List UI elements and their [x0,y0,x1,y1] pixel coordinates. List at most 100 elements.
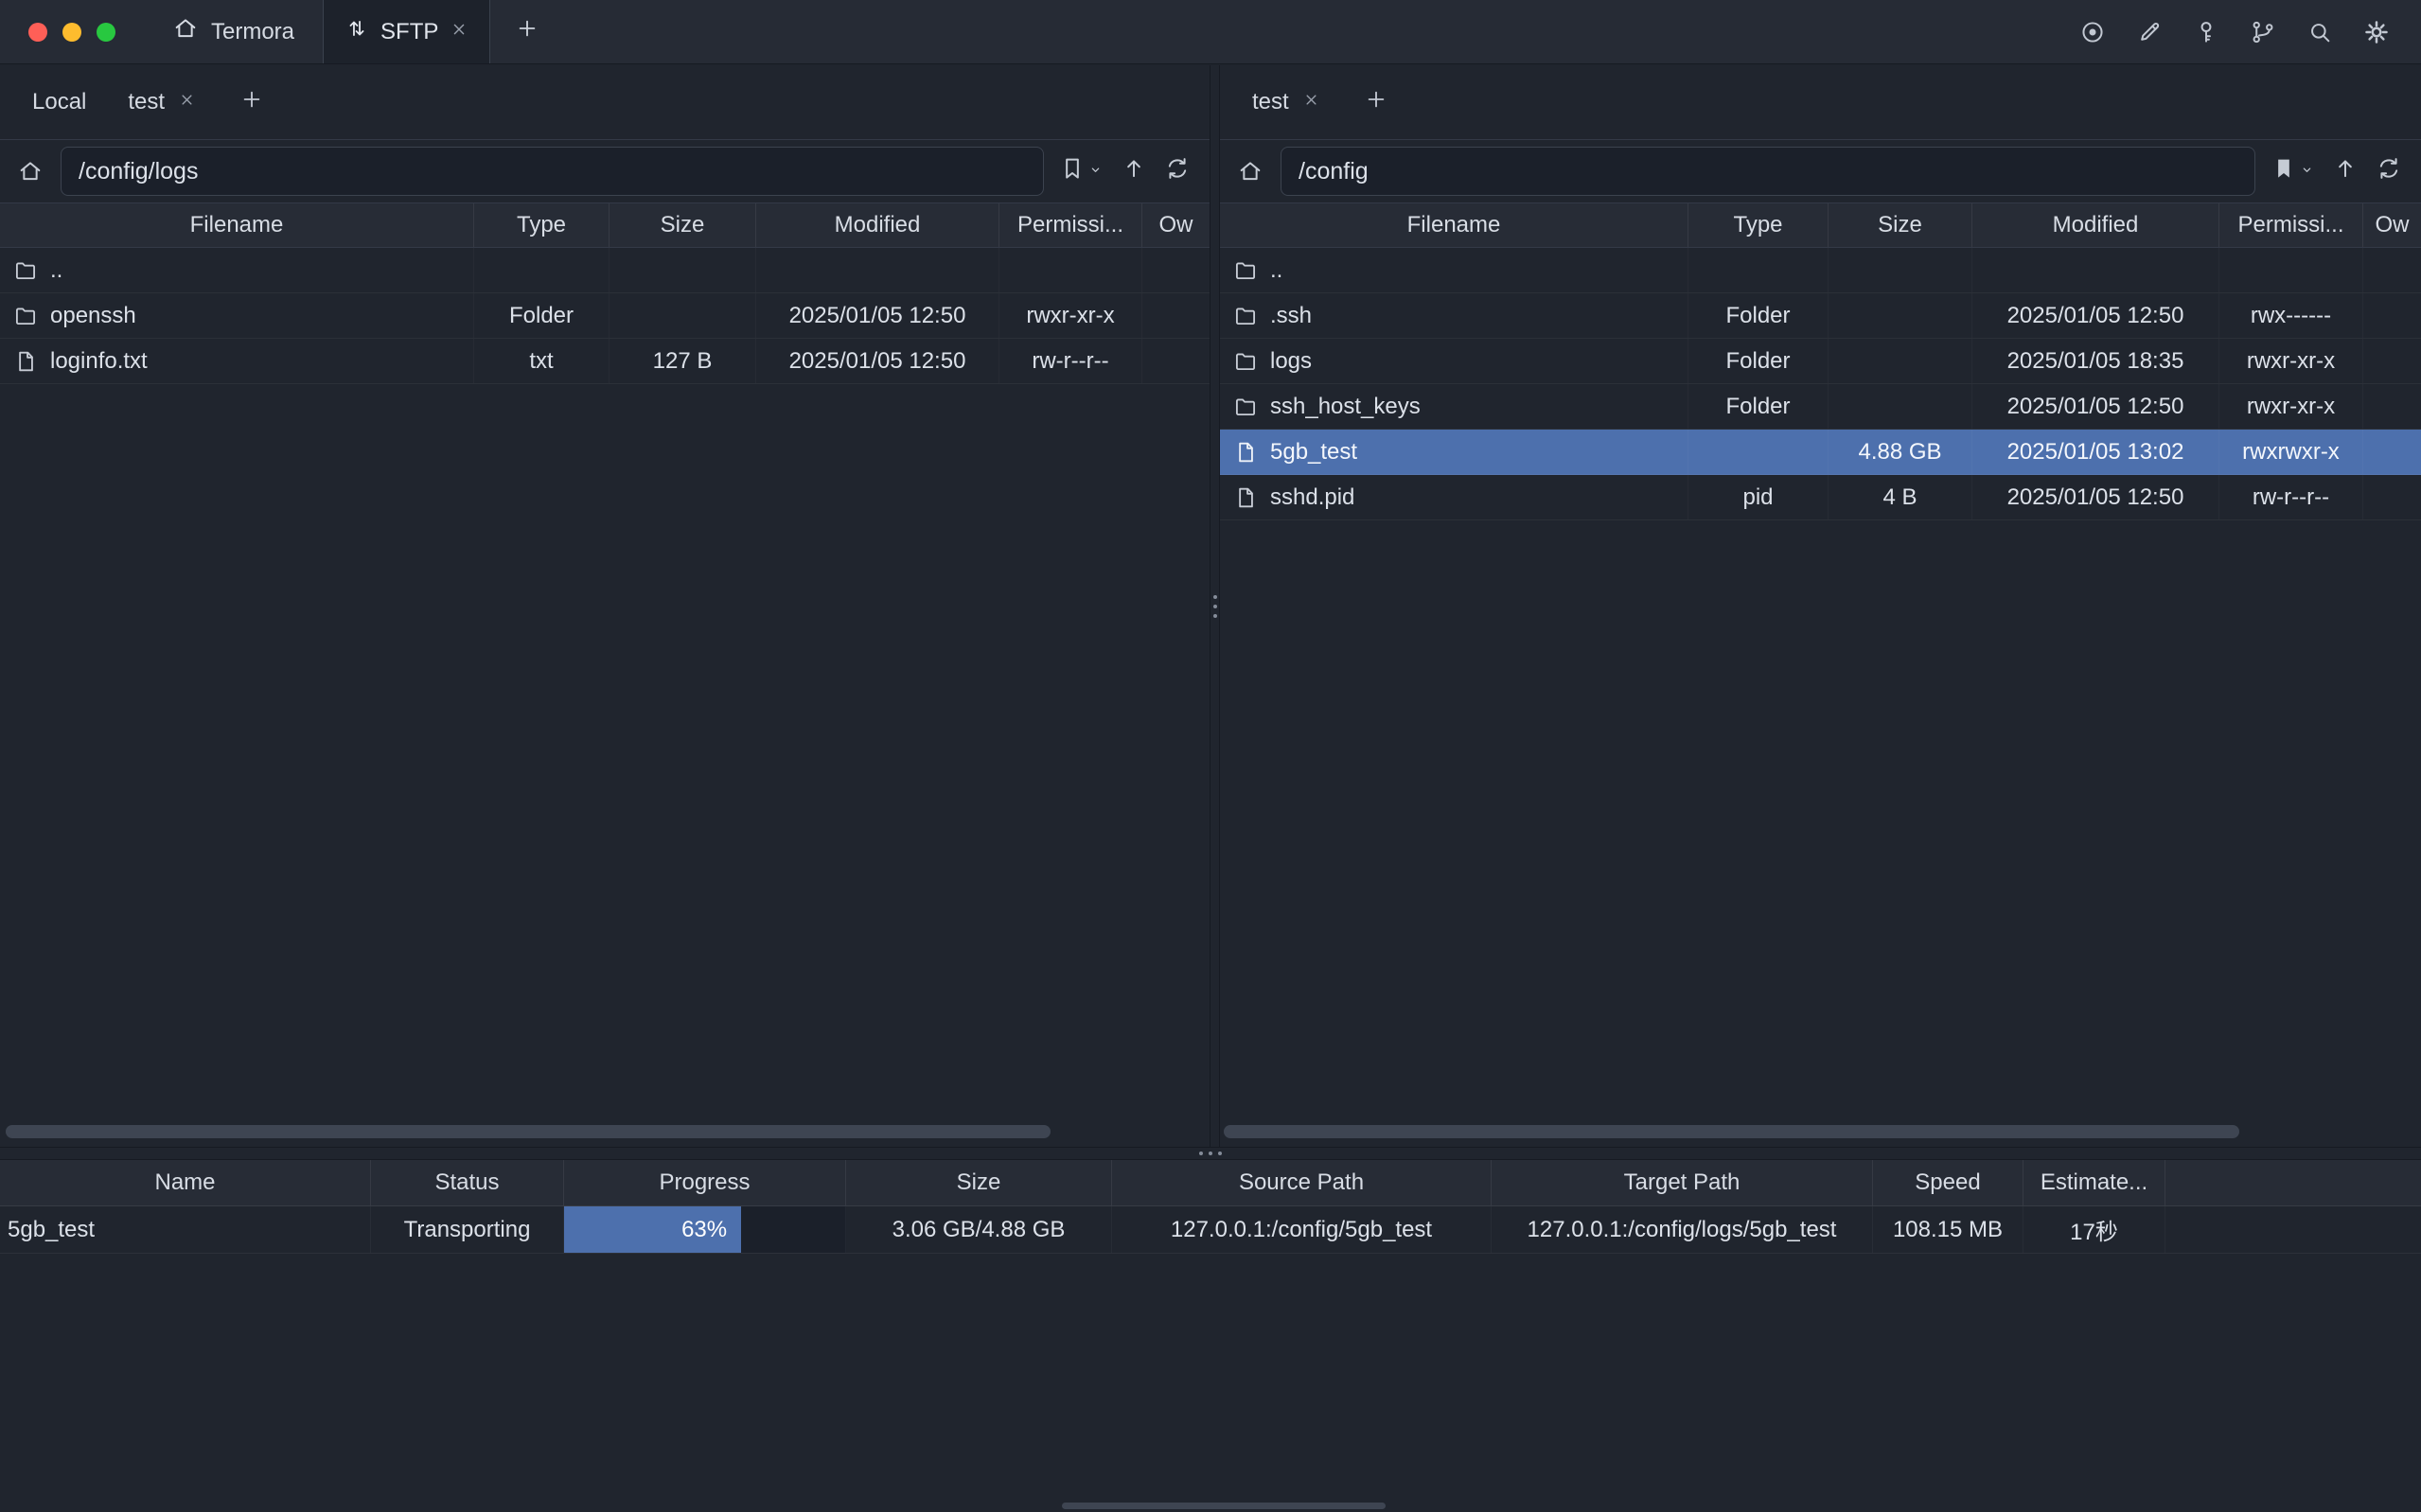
app-window: Termora SFTP [0,0,2421,1512]
table-row[interactable]: openssh Folder 2025/01/05 12:50 rwxr-xr-… [0,293,1210,339]
table-row-selected[interactable]: 5gb_test 4.88 GB 2025/01/05 13:02 rwxrwx… [1220,430,2421,475]
folder-icon [13,258,38,283]
pane-tab-close-icon[interactable] [178,89,196,115]
table-row[interactable]: loginfo.txt txt 127 B 2025/01/05 12:50 r… [0,339,1210,384]
column-header-modified[interactable]: Modified [1972,203,2219,247]
file-browser-split: Local test [0,65,2421,1147]
search-icon[interactable] [2302,14,2338,50]
titlebar-toolbar [2075,0,2421,63]
left-path-input[interactable] [61,147,1044,196]
transfer-row[interactable]: 5gb_test Transporting 63% 3.06 GB/4.88 G… [0,1206,2421,1254]
pane-tab-close-icon[interactable] [1302,89,1320,115]
pane-tab-test-right-label: test [1252,89,1289,115]
key-icon[interactable] [2188,14,2224,50]
minimize-window-button[interactable] [62,23,81,42]
refresh-icon[interactable] [2376,155,2402,188]
close-window-button[interactable] [28,23,47,42]
cell-type: Folder [474,293,610,338]
table-row[interactable]: sshd.pid pid 4 B 2025/01/05 12:50 rw-r--… [1220,475,2421,520]
column-header-speed[interactable]: Speed [1873,1160,2023,1205]
table-row[interactable]: .ssh Folder 2025/01/05 12:50 rwx------ [1220,293,2421,339]
column-header-filename[interactable]: Filename [1220,203,1688,247]
column-header-filename[interactable]: Filename [0,203,474,247]
column-header-size[interactable]: Size [610,203,756,247]
cell-owner [2363,248,2421,292]
column-header-status[interactable]: Status [371,1160,564,1205]
right-table-header: Filename Type Size Modified Permissi... … [1220,202,2421,248]
column-header-progress[interactable]: Progress [564,1160,846,1205]
cell-modified: 2025/01/05 12:50 [756,293,999,338]
pane-tab-local[interactable]: Local [11,65,107,139]
cell-size [610,293,756,338]
settings-gear-icon[interactable] [2359,14,2394,50]
tab-sftp-close-icon[interactable] [450,19,468,45]
home-icon[interactable] [11,158,49,185]
cell-permissions: rwxr-xr-x [2219,384,2363,429]
table-row[interactable]: ssh_host_keys Folder 2025/01/05 12:50 rw… [1220,384,2421,430]
left-hscrollbar-thumb[interactable] [6,1125,1051,1138]
transfer-size: 3.06 GB/4.88 GB [846,1206,1112,1253]
file-icon [13,349,38,374]
cell-permissions: rwxr-xr-x [999,293,1142,338]
right-path-input[interactable] [1281,147,2255,196]
column-header-filler [2165,1160,2421,1205]
zoom-window-button[interactable] [97,23,115,42]
column-header-permissions[interactable]: Permissi... [999,203,1142,247]
column-header-modified[interactable]: Modified [756,203,999,247]
column-header-estimate[interactable]: Estimate... [2023,1160,2165,1205]
table-row[interactable]: .. [1220,248,2421,293]
splitter-dot [1199,1152,1203,1155]
table-row[interactable]: logs Folder 2025/01/05 18:35 rwxr-xr-x [1220,339,2421,384]
column-header-type[interactable]: Type [1688,203,1829,247]
titlebar: Termora SFTP [0,0,2421,64]
cell-size: 4.88 GB [1829,430,1972,474]
chevron-down-icon [2299,158,2315,185]
cell-size: 4 B [1829,475,1972,519]
cell-size [1829,339,1972,383]
refresh-icon[interactable] [1164,155,1191,188]
horizontal-splitter[interactable] [0,1147,2421,1160]
cell-owner [2363,293,2421,338]
column-header-permissions[interactable]: Permissi... [2219,203,2363,247]
transfers-hscrollbar-thumb[interactable] [1062,1503,1386,1509]
column-header-source-path[interactable]: Source Path [1112,1160,1492,1205]
file-icon [1233,440,1258,465]
table-row[interactable]: .. [0,248,1210,293]
transfer-source-path: 127.0.0.1:/config/5gb_test [1112,1206,1492,1253]
right-pane-tabs: test [1220,65,2421,140]
column-header-owner[interactable]: Ow [1142,203,1210,247]
bookmark-button[interactable] [1059,155,1104,188]
bookmark-button[interactable] [2271,155,2315,188]
arrow-up-icon[interactable] [2332,155,2359,188]
cell-owner [2363,430,2421,474]
left-file-table: Filename Type Size Modified Permissi... … [0,202,1210,1147]
column-header-owner[interactable]: Ow [2363,203,2421,247]
home-icon[interactable] [1231,158,1269,185]
filename: sshd.pid [1270,484,1354,511]
column-header-name[interactable]: Name [0,1160,371,1205]
left-add-tab-button[interactable] [217,87,287,118]
column-header-size[interactable]: Size [1829,203,1972,247]
transfers-header: Name Status Progress Size Source Path Ta… [0,1160,2421,1206]
arrow-up-icon[interactable] [1121,155,1147,188]
tab-sftp[interactable]: SFTP [323,0,490,63]
new-tab-button[interactable] [490,0,564,63]
cell-type: Folder [1688,293,1829,338]
record-icon[interactable] [2075,14,2111,50]
right-add-tab-button[interactable] [1341,87,1411,118]
transfer-arrows-icon [345,16,369,47]
vertical-splitter[interactable] [1210,65,1220,1147]
tab-termora[interactable]: Termora [144,0,323,63]
pane-tab-test-right[interactable]: test [1231,65,1341,139]
progress-label: 63% [681,1217,727,1243]
cell-modified: 2025/01/05 12:50 [1972,384,2219,429]
column-header-target-path[interactable]: Target Path [1492,1160,1873,1205]
column-header-size[interactable]: Size [846,1160,1112,1205]
right-hscrollbar-thumb[interactable] [1224,1125,2239,1138]
edit-icon[interactable] [2131,14,2167,50]
splitter-dot [1218,1152,1222,1155]
cell-owner [1142,248,1210,292]
pane-tab-test-left[interactable]: test [107,65,217,139]
git-branch-icon[interactable] [2245,14,2281,50]
column-header-type[interactable]: Type [474,203,610,247]
